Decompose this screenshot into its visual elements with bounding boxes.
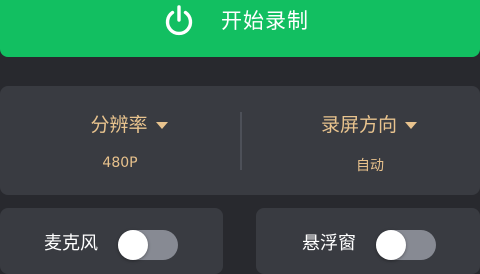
resolution-selector[interactable]: 分辨率 480P (0, 86, 240, 195)
orientation-title: 录屏方向 (320, 114, 397, 136)
orientation-selector[interactable]: 录屏方向 自动 (240, 86, 480, 195)
resolution-title-row: 分辨率 (0, 113, 240, 137)
switch-knob (118, 230, 148, 260)
orientation-value: 自动 (356, 158, 384, 174)
orientation-title-row: 录屏方向 (240, 113, 480, 137)
start-recording-label: 开始录制 (221, 9, 309, 33)
resolution-title: 分辨率 (90, 114, 148, 136)
microphone-label: 麦克风 (44, 233, 98, 254)
record-settings-card: 分辨率 480P 录屏方向 自动 (0, 86, 480, 195)
caret-down-icon (405, 121, 417, 129)
microphone-switch[interactable] (118, 230, 178, 260)
resolution-value: 480P (102, 155, 138, 171)
power-icon (165, 5, 193, 36)
start-recording-button[interactable]: 开始录制 (0, 0, 480, 57)
microphone-toggle-card: 麦克风 (0, 208, 223, 274)
screen-recorder-panel: 开始录制 分辨率 480P 录屏方向 自动 麦克风 悬浮窗 (0, 0, 480, 274)
floating-window-label: 悬浮窗 (302, 233, 356, 254)
caret-down-icon (155, 121, 168, 129)
floating-window-toggle-card: 悬浮窗 (256, 208, 480, 274)
switch-knob (376, 230, 406, 260)
floating-window-switch[interactable] (376, 230, 436, 260)
